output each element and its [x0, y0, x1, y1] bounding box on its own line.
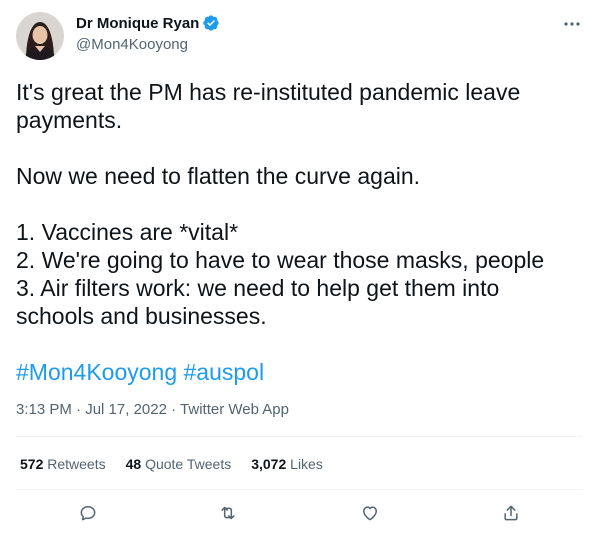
- tweet-text-line: 2. We're going to have to wear those mas…: [16, 247, 545, 273]
- retweet-icon: [221, 506, 235, 520]
- quote-tweets-count: 48: [125, 456, 142, 472]
- retweets-stat[interactable]: 572 Retweets: [20, 456, 106, 472]
- tweet-text-line: Now we need to flatten the curve again.: [16, 163, 421, 189]
- hashtag-link[interactable]: #Mon4Kooyong: [16, 359, 177, 385]
- retweet-button[interactable]: [215, 500, 241, 526]
- like-icon: [363, 506, 377, 521]
- retweets-label: Retweets: [47, 456, 106, 472]
- share-button[interactable]: [498, 500, 524, 526]
- retweets-count: 572: [20, 456, 44, 472]
- likes-count: 3,072: [251, 456, 287, 472]
- tweet-metadata: 3:13 PM · Jul 17, 2022 · Twitter Web App: [16, 401, 289, 418]
- tweet-card: Dr Monique Ryan @Mon4Kooyong It's great …: [0, 0, 598, 537]
- tweet-time[interactable]: 3:13 PM: [16, 401, 72, 418]
- more-options-icon[interactable]: [560, 14, 584, 34]
- hashtag-link[interactable]: #auspol: [184, 359, 265, 385]
- author-handle[interactable]: @Mon4Kooyong: [76, 36, 188, 53]
- avatar[interactable]: [16, 12, 64, 60]
- verified-badge-icon: [202, 14, 220, 32]
- share-icon: [504, 505, 518, 521]
- meta-separator: ·: [171, 401, 177, 418]
- tweet-date[interactable]: Jul 17, 2022: [85, 401, 167, 418]
- engagement-stats: 572 Retweets 48 Quote Tweets 3,072 Likes: [20, 456, 343, 472]
- likes-stat[interactable]: 3,072 Likes: [251, 456, 323, 472]
- tweet-text-line: 1. Vaccines are *vital*: [16, 219, 239, 245]
- divider: [16, 489, 582, 490]
- tweet-text-line: 3. Air filters work: we need to help get…: [16, 275, 500, 301]
- like-button[interactable]: [357, 500, 383, 526]
- hashtag-row: #Mon4Kooyong #auspol: [16, 358, 582, 386]
- reply-icon: [80, 506, 96, 521]
- avatar-image: [16, 12, 64, 60]
- quote-tweets-stat[interactable]: 48 Quote Tweets: [126, 456, 232, 472]
- quote-tweets-label: Quote Tweets: [145, 456, 232, 472]
- divider: [16, 436, 582, 437]
- author-name-row[interactable]: Dr Monique Ryan: [76, 14, 220, 32]
- likes-label: Likes: [290, 456, 323, 472]
- tweet-text-line: It's great the PM has re-instituted pand…: [16, 79, 521, 105]
- reply-button[interactable]: [75, 500, 101, 526]
- author-name[interactable]: Dr Monique Ryan: [76, 15, 199, 32]
- tweet-text-line: schools and businesses.: [16, 303, 267, 329]
- tweet-source[interactable]: Twitter Web App: [180, 401, 289, 418]
- tweet-text-line: payments.: [16, 107, 123, 133]
- meta-separator: ·: [76, 401, 82, 418]
